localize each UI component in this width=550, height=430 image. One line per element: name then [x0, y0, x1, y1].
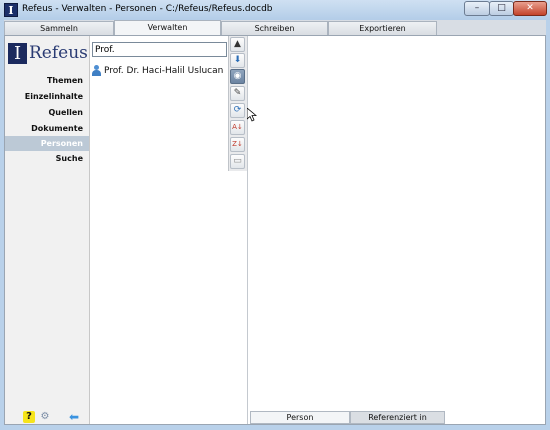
- tab-verwalten[interactable]: Verwalten: [114, 20, 221, 35]
- back-arrow-icon[interactable]: ⬅: [65, 411, 83, 423]
- filter-icon[interactable]: ◉: [230, 69, 245, 84]
- app-window: I Refeus - Verwalten - Personen - C:/Ref…: [0, 0, 550, 430]
- sidebar: I Refeus Themen Einzelinhalte Quellen Do…: [5, 36, 90, 424]
- sidebar-item-einzelinhalte[interactable]: Einzelinhalte: [25, 92, 83, 101]
- maximize-button[interactable]: □: [489, 1, 514, 16]
- person-list-panel: Prof. Dr. Haci-Halil Uslucan: [90, 36, 228, 424]
- sidebar-item-personen[interactable]: Personen: [5, 136, 89, 151]
- tab-person[interactable]: Person: [250, 411, 350, 424]
- list-item[interactable]: Prof. Dr. Haci-Halil Uslucan: [92, 65, 223, 79]
- refresh-icon[interactable]: ⟳: [230, 103, 245, 118]
- list-toolbar: ▲ ⬇ ◉ ✎ ⟳ A↓ Z↓ ▭: [228, 36, 248, 171]
- logo-text: Refeus: [29, 43, 88, 63]
- tab-sammeln[interactable]: Sammeln: [4, 21, 114, 35]
- logo-mark: I: [8, 43, 27, 64]
- sort-za-icon[interactable]: Z↓: [230, 137, 245, 152]
- scroll-up-icon[interactable]: ▲: [230, 37, 245, 52]
- minimize-button[interactable]: –: [464, 1, 490, 16]
- person-name: Prof. Dr. Haci-Halil Uslucan: [104, 65, 224, 76]
- title-bar[interactable]: I Refeus - Verwalten - Personen - C:/Ref…: [0, 0, 550, 20]
- arrow-down-icon[interactable]: ⬇: [230, 53, 245, 68]
- search-input[interactable]: [92, 42, 227, 57]
- detail-panel: Person Referenziert in: [248, 36, 545, 424]
- tab-referenziert-in[interactable]: Referenziert in: [350, 411, 445, 424]
- close-button[interactable]: ✕: [513, 1, 547, 16]
- main-content: I Refeus Themen Einzelinhalte Quellen Do…: [4, 35, 546, 425]
- sort-az-icon[interactable]: A↓: [230, 120, 245, 135]
- mouse-cursor-icon: [247, 108, 257, 122]
- link-icon[interactable]: ✎: [230, 86, 245, 101]
- gear-icon[interactable]: ⚙: [39, 411, 51, 423]
- help-icon[interactable]: ?: [23, 411, 35, 423]
- app-icon: I: [4, 3, 18, 17]
- note-icon[interactable]: ▭: [230, 154, 245, 169]
- sidebar-item-themen[interactable]: Themen: [47, 76, 83, 85]
- tab-schreiben[interactable]: Schreiben: [221, 21, 328, 35]
- refeus-logo: I Refeus: [8, 43, 88, 64]
- person-icon: [92, 65, 101, 76]
- tab-exportieren[interactable]: Exportieren: [328, 21, 437, 35]
- sidebar-item-dokumente[interactable]: Dokumente: [31, 124, 83, 133]
- window-title: Refeus - Verwalten - Personen - C:/Refeu…: [22, 4, 273, 14]
- sidebar-item-suche[interactable]: Suche: [56, 154, 83, 163]
- sidebar-item-quellen[interactable]: Quellen: [48, 108, 83, 117]
- main-tab-bar: Sammeln Verwalten Schreiben Exportieren: [4, 20, 546, 35]
